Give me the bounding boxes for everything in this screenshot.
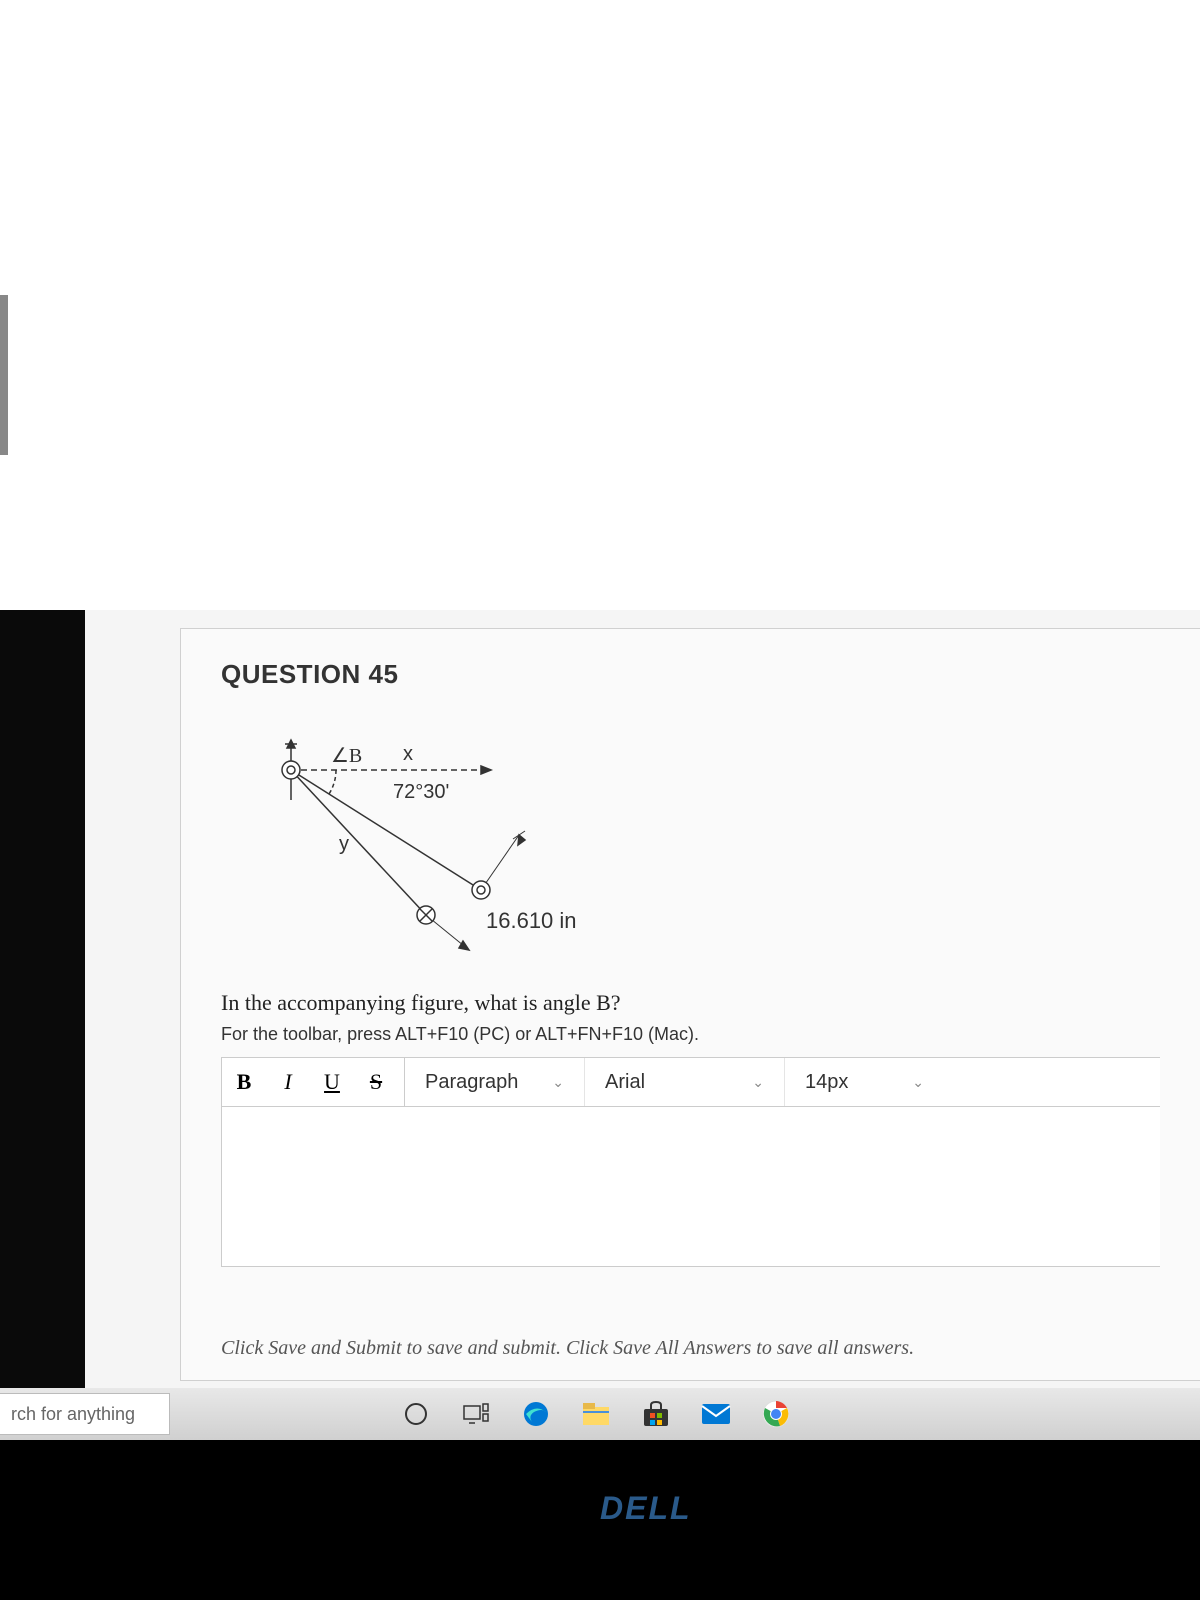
strikethrough-button[interactable]: S <box>354 1058 398 1106</box>
question-title: QUESTION 45 <box>221 659 1160 690</box>
submit-hint: Click Save and Submit to save and submit… <box>221 1317 1160 1360</box>
format-select[interactable]: Paragraph ⌄ <box>404 1058 584 1106</box>
angle-b-label: ∠B <box>331 745 362 767</box>
italic-button[interactable]: I <box>266 1058 310 1106</box>
font-select[interactable]: Arial ⌄ <box>584 1058 784 1106</box>
edge-icon[interactable] <box>520 1398 552 1430</box>
format-select-label: Paragraph <box>425 1071 518 1094</box>
white-overlay <box>0 0 1200 610</box>
question-figure: ∠B x 72°30' y 16.610 in <box>261 720 641 960</box>
question-prompt: In the accompanying figure, what is angl… <box>221 990 1160 1016</box>
file-explorer-icon[interactable] <box>580 1398 612 1430</box>
chevron-down-icon: ⌄ <box>552 1074 564 1091</box>
dimension-label: 16.610 in <box>486 908 577 933</box>
size-select[interactable]: 14px ⌄ <box>784 1058 944 1106</box>
search-placeholder: rch for anything <box>11 1404 135 1425</box>
mail-icon[interactable] <box>700 1398 732 1430</box>
y-label: y <box>339 833 349 855</box>
editor-toolbar: B I U S Paragraph ⌄ Arial ⌄ 14px ⌄ <box>221 1057 1160 1107</box>
size-select-label: 14px <box>805 1071 848 1094</box>
bold-button[interactable]: B <box>222 1058 266 1106</box>
answer-editor[interactable] <box>221 1107 1160 1267</box>
cortana-icon[interactable] <box>400 1398 432 1430</box>
task-view-icon[interactable] <box>460 1398 492 1430</box>
windows-taskbar[interactable]: rch for anything <box>0 1388 1200 1440</box>
store-icon[interactable] <box>640 1398 672 1430</box>
dell-logo: DELL <box>600 1490 692 1527</box>
chevron-down-icon: ⌄ <box>912 1074 924 1091</box>
screen-content: QUESTION 45 <box>85 610 1200 1390</box>
font-select-label: Arial <box>605 1071 645 1094</box>
x-label: x <box>403 743 413 765</box>
taskbar-icons <box>400 1398 792 1430</box>
dark-margin <box>0 610 85 1390</box>
gray-strip <box>0 295 8 455</box>
chrome-icon[interactable] <box>760 1398 792 1430</box>
angle-value: 72°30' <box>393 781 449 803</box>
search-input[interactable]: rch for anything <box>0 1393 170 1435</box>
chevron-down-icon: ⌄ <box>752 1074 764 1091</box>
underline-button[interactable]: U <box>310 1058 354 1106</box>
question-card: QUESTION 45 <box>180 628 1200 1381</box>
toolbar-hint: For the toolbar, press ALT+F10 (PC) or A… <box>221 1024 1160 1045</box>
